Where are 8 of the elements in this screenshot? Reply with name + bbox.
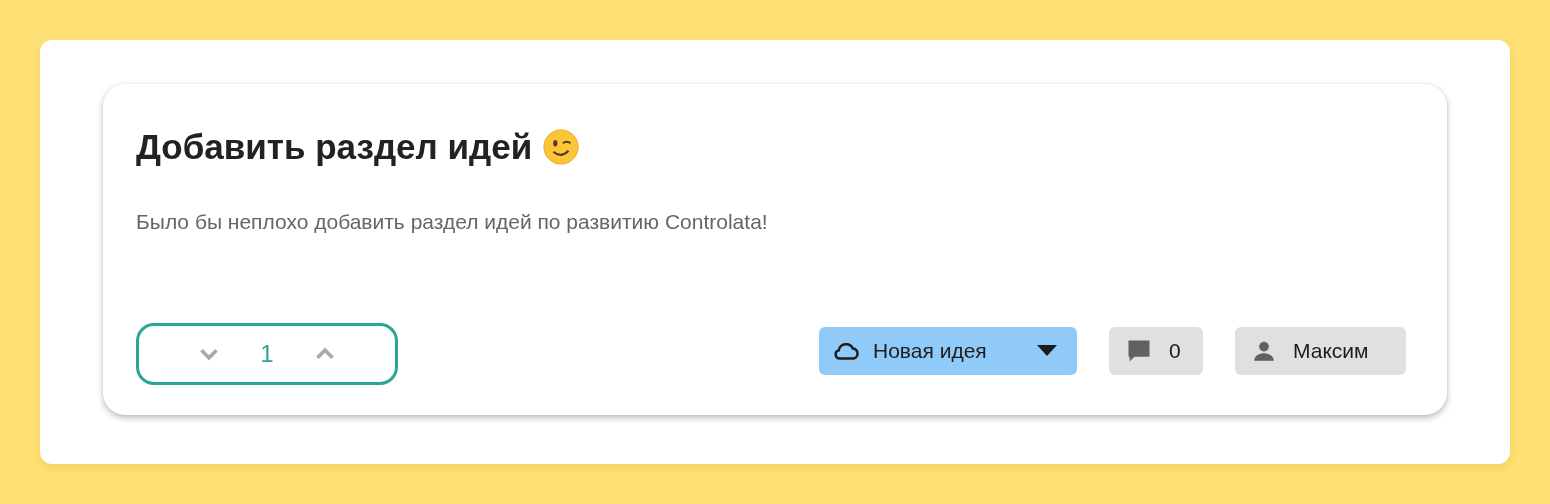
vote-count: 1	[260, 340, 274, 368]
comments-button[interactable]: 0	[1109, 327, 1203, 375]
winking-smiley-icon	[542, 128, 581, 166]
caret-icon	[1037, 345, 1057, 357]
author-button[interactable]: Максим	[1235, 327, 1406, 375]
idea-description: Было бы неплохо добавить раздел идей по развитию Controlata!	[136, 210, 769, 234]
idea-title: Добавить раздел идей	[136, 126, 533, 168]
status-dropdown[interactable]: Новая идея	[819, 327, 1077, 375]
